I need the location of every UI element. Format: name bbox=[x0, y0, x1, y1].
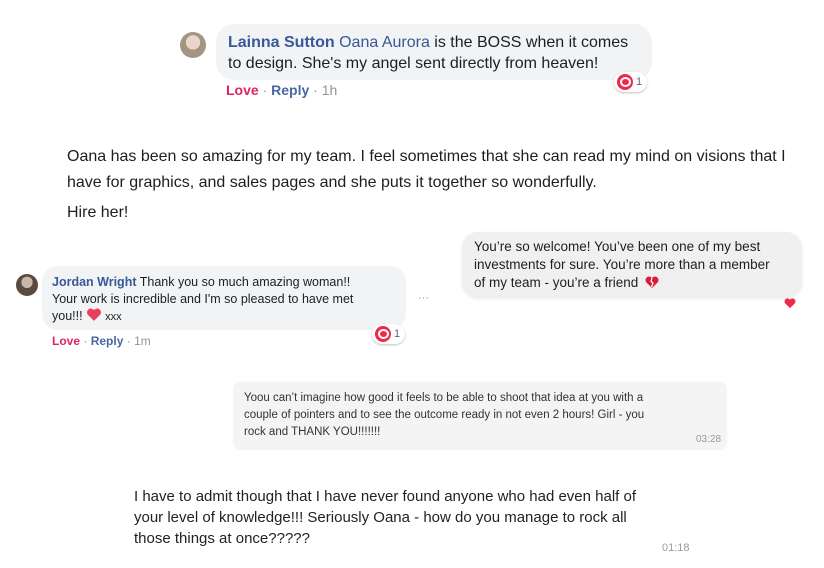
reply-line: investments for sure. You’re more than a… bbox=[474, 257, 770, 272]
message-timestamp: 03:28 bbox=[696, 434, 722, 445]
author-name-lainna[interactable]: Lainna Sutton bbox=[228, 34, 335, 51]
avatar-jordan[interactable] bbox=[16, 274, 38, 296]
comment-actions-2: Love · Reply · 1m bbox=[52, 334, 151, 348]
reply-link[interactable]: Reply bbox=[271, 82, 309, 98]
testimonial-line: Hire her! bbox=[67, 204, 129, 221]
comment-text-line1: Thank you so much amazing woman!! bbox=[136, 275, 351, 289]
more-options-button[interactable]: ··· bbox=[418, 292, 429, 304]
reaction-count: 1 bbox=[636, 76, 643, 88]
comment-text-jordan: Jordan Wright Thank you so much amazing … bbox=[52, 274, 402, 327]
heart-emoji-icon bbox=[86, 308, 102, 327]
love-link[interactable]: Love bbox=[226, 82, 259, 98]
comment-time: 1m bbox=[134, 334, 151, 348]
reply-line: of my team - you’re a friend bbox=[474, 274, 804, 294]
comment-actions-1: Love · Reply · 1h bbox=[226, 82, 338, 98]
broken-heart-emoji-icon bbox=[645, 276, 659, 294]
comment-text-line2: to design. She's my angel sent directly … bbox=[228, 55, 599, 72]
comment-text-line1: is the BOSS when it comes bbox=[429, 34, 629, 51]
reply-message-text: You’re so welcome! You’ve been one of my… bbox=[474, 238, 804, 294]
comment-text-line3: you!!! bbox=[52, 309, 83, 323]
message-line: Yoou can’t imagine how good it feels to … bbox=[244, 392, 644, 404]
comment-time: 1h bbox=[321, 82, 338, 98]
message-line: I have to admit though that I have never… bbox=[134, 488, 637, 505]
message-text-2: I have to admit though that I have never… bbox=[134, 486, 734, 549]
reply-line: You’re so welcome! You’ve been one of my… bbox=[474, 239, 761, 254]
reaction-badge-1[interactable]: 1 bbox=[614, 72, 648, 92]
reaction-count: 1 bbox=[394, 328, 401, 340]
message-line: couple of pointers and to see the outcom… bbox=[244, 409, 645, 421]
reply-link[interactable]: Reply bbox=[91, 334, 124, 348]
message-line: your level of knowledge!!! Seriously Oan… bbox=[134, 509, 627, 526]
avatar-lainna[interactable] bbox=[180, 32, 206, 58]
message-line: those things at once????? bbox=[134, 530, 310, 547]
testimonial: Oana has been so amazing for my team. I … bbox=[67, 144, 817, 226]
message-text-1: Yoou can’t imagine how good it feels to … bbox=[244, 390, 724, 441]
testimonial-line: have for graphics, and sales pages and s… bbox=[67, 174, 597, 191]
message-timestamp: 01:18 bbox=[662, 542, 690, 554]
heart-reaction-icon bbox=[375, 326, 391, 342]
message-line: rock and THANK YOU!!!!!!! bbox=[244, 426, 381, 438]
mention-oana[interactable]: Oana Aurora bbox=[339, 34, 430, 51]
testimonial-line: Oana has been so amazing for my team. I … bbox=[67, 148, 786, 165]
love-link[interactable]: Love bbox=[52, 334, 80, 348]
comment-text-lainna: Lainna Sutton Oana Aurora is the BOSS wh… bbox=[228, 32, 648, 74]
comment-text-tail: xxx bbox=[102, 311, 122, 323]
comment-text-line2: Your work is incredible and I'm so pleas… bbox=[52, 292, 354, 306]
author-name-jordan[interactable]: Jordan Wright bbox=[52, 275, 137, 289]
heart-reaction-icon[interactable] bbox=[784, 296, 796, 314]
heart-reaction-icon bbox=[617, 74, 633, 90]
reaction-badge-2[interactable]: 1 bbox=[372, 324, 406, 344]
